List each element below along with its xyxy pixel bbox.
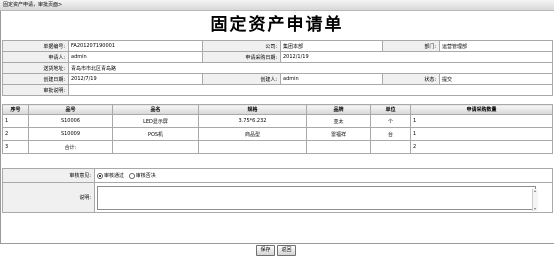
company-label: 公司: xyxy=(202,40,281,52)
table-cell: POS机 xyxy=(112,127,199,141)
note-cell xyxy=(94,182,553,213)
table-cell: 2 xyxy=(2,127,29,141)
approval-table: 审核意见: 审核通过 审核否决 说明: xyxy=(2,168,553,213)
radio-checked-icon xyxy=(97,172,103,179)
reject-radio[interactable]: 审核否决 xyxy=(128,172,156,179)
scroll-down-icon[interactable] xyxy=(534,208,536,210)
status-value: 提交 xyxy=(439,73,553,85)
total-value: 2 xyxy=(410,140,553,154)
table-cell: 1 xyxy=(2,114,29,128)
table-cell xyxy=(112,140,199,154)
save-button[interactable]: 保存 xyxy=(256,245,275,256)
reject-label: 审核否决 xyxy=(135,173,156,179)
note-textarea[interactable] xyxy=(97,185,536,210)
opinion-label: 审核意见: xyxy=(2,168,95,183)
table-cell: 3 xyxy=(2,140,29,154)
purchase-date-label: 申请采购日期: xyxy=(202,51,281,63)
column-header: 规格 xyxy=(198,104,307,115)
column-header: 品名 xyxy=(112,104,199,115)
applicant-value: admin xyxy=(68,51,203,63)
table-cell: 3.75*6.232 xyxy=(198,114,307,128)
dept-label: 部门: xyxy=(382,40,440,52)
header-fields-table: 单据编号: FA201207190001 公司: 集团本部 部门: 运营管理部 … xyxy=(2,40,553,96)
status-label: 状态: xyxy=(382,73,440,85)
table-cell: 1 xyxy=(410,114,553,128)
table-cell: LED显示屏 xyxy=(112,114,199,128)
column-header: 序号 xyxy=(2,104,29,115)
table-cell: 台 xyxy=(370,127,411,141)
company-value: 集团本部 xyxy=(280,40,383,52)
total-label: 合计: xyxy=(28,140,113,154)
scroll-up-icon[interactable] xyxy=(534,190,536,192)
approve-label: 审核通过 xyxy=(104,173,125,179)
table-cell: S10006 xyxy=(28,114,113,128)
column-header: 品牌 xyxy=(306,104,371,115)
radio-unchecked-icon xyxy=(128,172,135,179)
table-cell: 亚太 xyxy=(306,114,371,128)
breadcrumb-bar: 固定资产申请，审批页面> xyxy=(0,0,554,11)
breadcrumb: 固定资产申请，审批页面> xyxy=(3,2,63,8)
back-button[interactable]: 返回 xyxy=(277,245,296,256)
opinion-options: 审核通过 审核否决 xyxy=(94,168,553,183)
remark-value xyxy=(68,84,553,96)
address-value: 青岛市市北区青岛路 xyxy=(68,62,553,74)
column-header: 申请采购数量 xyxy=(410,104,553,115)
creator-value: admin xyxy=(280,73,383,85)
form-title: 固定资产申请单 xyxy=(210,15,344,35)
creator-label: 创建人: xyxy=(202,73,281,85)
table-cell: S10009 xyxy=(28,127,113,141)
remark-label: 审批说明: xyxy=(2,84,69,96)
doc-no-label: 单据编号: xyxy=(2,40,69,52)
doc-no-value: FA201207190001 xyxy=(68,40,203,52)
table-cell: 个 xyxy=(370,114,411,128)
approve-radio[interactable]: 审核通过 xyxy=(97,172,125,179)
created-date-label: 创建日期: xyxy=(2,73,69,85)
applicant-label: 申请人: xyxy=(2,51,69,63)
table-row: 2 S10009 POS机 商品型 雷福祥 台 1 xyxy=(2,127,553,141)
dept-value: 运营管理部 xyxy=(439,40,553,52)
created-date-value: 2012/7/19 xyxy=(68,73,203,85)
items-table: 序号 品号 品名 规格 品牌 单位 申请采购数量 1 S10006 LED显示屏… xyxy=(2,104,553,154)
column-header: 单位 xyxy=(370,104,411,115)
table-cell xyxy=(198,140,307,154)
note-scrollbar[interactable] xyxy=(532,189,538,211)
address-label: 送货地址: xyxy=(2,62,69,74)
table-cell: 1 xyxy=(410,127,553,141)
column-header: 品号 xyxy=(28,104,113,115)
note-label: 说明: xyxy=(2,182,95,213)
table-cell: 雷福祥 xyxy=(306,127,371,141)
table-cell xyxy=(370,140,411,154)
purchase-date-value: 2012/1/19 xyxy=(280,51,553,63)
table-cell: 商品型 xyxy=(198,127,307,141)
table-cell xyxy=(306,140,371,154)
table-row: 1 S10006 LED显示屏 3.75*6.232 亚太 个 1 xyxy=(2,114,553,128)
table-row-total: 3 合计: 2 xyxy=(2,140,553,154)
